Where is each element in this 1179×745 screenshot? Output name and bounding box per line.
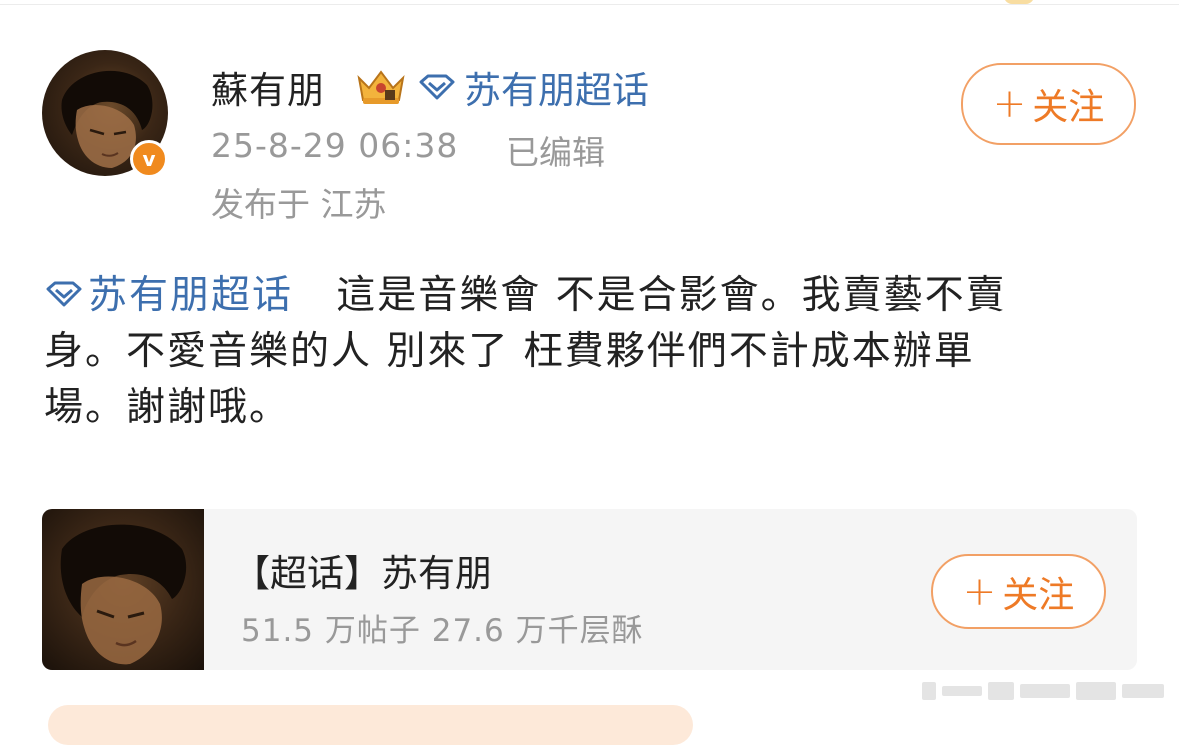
inline-topic-label: 苏有朋超话: [88, 273, 294, 318]
post-text-line1: 這是音樂會 不是合影會。我賣藝不賣: [336, 273, 1007, 318]
card-follow-label: 关注: [1002, 574, 1075, 616]
post-text-line3: 場。謝謝哦。: [44, 385, 291, 430]
diamond-icon: [46, 281, 82, 306]
card-stats: 51.5 万帖子 27.6 万千层酥: [241, 613, 644, 649]
author-name[interactable]: 蘇有朋: [211, 60, 325, 114]
super-topic-card[interactable]: 【超话】苏有朋 51.5 万帖子 27.6 万千层酥 + 关注: [42, 509, 1137, 670]
bottom-partial-element: [48, 705, 693, 745]
card-thumbnail: [42, 509, 204, 670]
top-divider: [0, 4, 1179, 5]
follow-label: 关注: [1032, 87, 1105, 128]
card-follow-button[interactable]: + 关注: [931, 554, 1106, 629]
post-content: 苏有朋超话 這是音樂會 不是合影會。我賣藝不賣 身。不愛音樂的人 別來了 枉費夥…: [44, 268, 1139, 436]
plus-icon: +: [962, 568, 997, 615]
super-topic-link[interactable]: 苏有朋超话: [418, 60, 649, 114]
plus-icon: +: [992, 81, 1027, 127]
watermark-icon: [922, 682, 1164, 700]
post-time: 25-8-29 06:38: [211, 126, 459, 165]
thumbnail-portrait-icon: [60, 524, 187, 665]
post-location: 发布于 江苏: [211, 185, 387, 224]
edited-label[interactable]: 已编辑: [506, 126, 605, 174]
verified-badge-icon: v: [130, 140, 168, 178]
diamond-icon: [418, 74, 456, 100]
card-title[interactable]: 【超话】苏有朋: [233, 543, 492, 597]
follow-button[interactable]: + 关注: [961, 63, 1136, 145]
post-text-line2: 身。不愛音樂的人 別來了 枉費夥伴們不計成本辦單: [44, 329, 975, 374]
inline-topic-link[interactable]: 苏有朋超话: [44, 273, 307, 318]
super-topic-label: 苏有朋超话: [464, 69, 649, 112]
crown-icon[interactable]: [355, 66, 407, 106]
